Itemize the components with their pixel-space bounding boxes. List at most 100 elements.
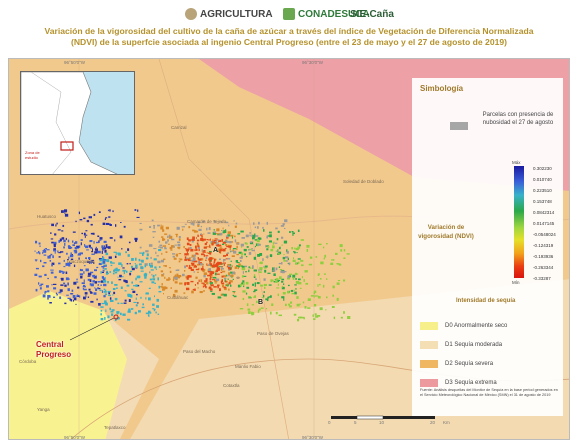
parcel: [339, 244, 343, 248]
parcel: [310, 295, 314, 297]
parcel: [121, 248, 123, 250]
parcel: [148, 287, 151, 289]
parcel: [157, 224, 160, 227]
parcel: [302, 301, 305, 304]
parcel: [253, 290, 256, 293]
parcel: [206, 227, 208, 231]
parcel: [246, 246, 249, 248]
parcel: [242, 290, 246, 293]
parcel: [35, 288, 38, 292]
parcel: [251, 249, 255, 252]
drought-swatch: [420, 379, 438, 387]
parcel: [87, 275, 91, 277]
parcel: [301, 264, 304, 267]
parcel: [275, 278, 279, 281]
parcel: [322, 284, 325, 288]
parcel: [233, 250, 237, 254]
parcel: [263, 266, 265, 268]
parcel: [178, 236, 181, 239]
parcel: [154, 295, 155, 298]
parcel: [319, 283, 321, 286]
parcel: [332, 294, 334, 297]
parcel: [249, 232, 251, 234]
parcel: [109, 209, 111, 212]
parcel: [127, 248, 130, 251]
parcel: [134, 311, 137, 315]
parcel: [303, 279, 305, 282]
parcel: [216, 273, 220, 275]
leaf-icon: [283, 8, 295, 20]
parcel: [38, 275, 42, 278]
parcel: [295, 262, 298, 265]
parcel: [131, 258, 134, 261]
parcel: [343, 311, 345, 314]
parcel: [231, 265, 233, 268]
parcel: [165, 251, 168, 253]
parcel: [61, 237, 65, 240]
ndvi-max-label: Máx: [512, 160, 521, 165]
parcel: [82, 288, 85, 290]
parcel: [240, 230, 244, 233]
parcel: [210, 241, 213, 243]
parcel: [201, 253, 205, 255]
parcel: [273, 267, 276, 271]
parcel: [109, 271, 112, 273]
parcel: [306, 244, 310, 248]
parcel: [225, 244, 227, 247]
parcel: [155, 268, 157, 270]
parcel: [289, 231, 291, 233]
parcel: [163, 273, 165, 275]
parcel: [243, 248, 247, 252]
parcel: [284, 219, 288, 223]
parcel: [72, 240, 74, 243]
parcel: [267, 299, 269, 302]
parcel: [245, 256, 248, 258]
parcel: [237, 233, 241, 235]
parcel: [248, 249, 250, 251]
parcel: [297, 318, 300, 322]
parcel: [64, 284, 67, 287]
parcel: [65, 237, 67, 241]
parcel: [64, 209, 68, 213]
parcel: [318, 243, 322, 246]
parcel: [45, 248, 47, 250]
parcel: [270, 311, 272, 315]
parcel: [88, 288, 91, 291]
parcel: [239, 308, 244, 310]
parcel: [105, 244, 108, 248]
parcel: [150, 269, 154, 271]
parcel: [176, 226, 180, 230]
parcel: [208, 263, 210, 266]
parcel: [116, 287, 118, 289]
parcel: [197, 282, 199, 285]
ndvi-tick: 0.010740: [533, 177, 552, 182]
parcel: [216, 228, 220, 231]
parcel: [323, 273, 326, 275]
place-label: Huatusco: [37, 214, 57, 219]
parcel: [231, 234, 234, 237]
parcel: [245, 234, 249, 238]
parcel: [236, 245, 238, 249]
parcel: [195, 252, 198, 255]
parcel: [168, 234, 171, 237]
parcel: [55, 224, 57, 227]
parcel: [95, 288, 98, 291]
parcel: [212, 276, 217, 279]
parcel: [192, 288, 195, 291]
parcel: [167, 235, 169, 239]
parcel: [178, 238, 181, 241]
parcel: [276, 287, 280, 289]
parcel: [71, 255, 74, 257]
parcel: [196, 239, 200, 242]
parcel: [245, 292, 248, 295]
parcel: [80, 242, 82, 246]
parcel: [75, 303, 77, 305]
drought-swatch: [420, 360, 438, 368]
parcel: [127, 318, 131, 321]
parcel: [102, 222, 106, 225]
parcel: [270, 248, 274, 252]
parcel: [85, 268, 89, 272]
parcel: [281, 262, 283, 265]
parcel: [64, 302, 67, 305]
parcel: [219, 267, 221, 271]
